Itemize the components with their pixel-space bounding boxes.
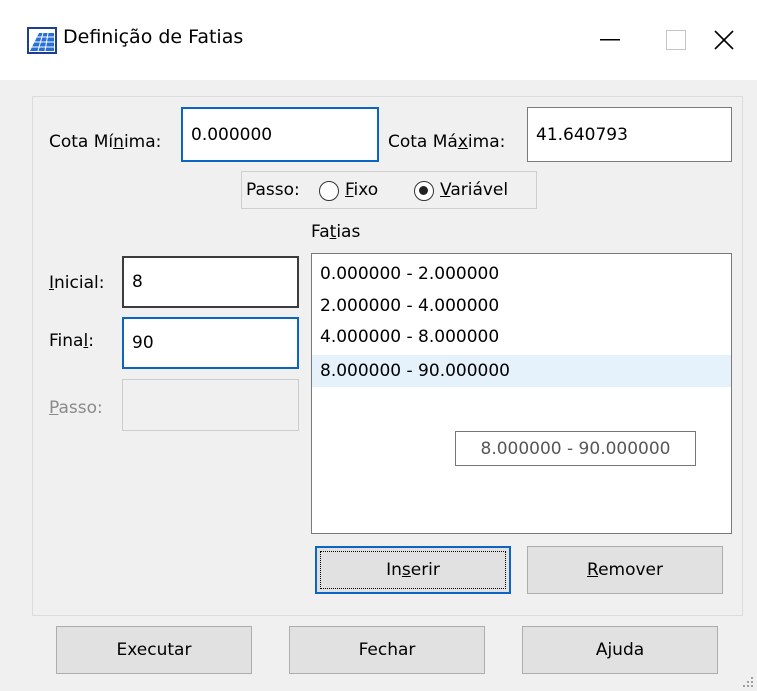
dialog-body: Cota Mínima: 0.000000 Cota Máxima: 41.64…: [0, 80, 757, 691]
minimize-icon: [600, 39, 620, 41]
passo-step-label: Passo:: [49, 398, 103, 418]
remover-button-label: Remover: [587, 560, 663, 580]
fixo-radio-label[interactable]: Fixo: [345, 180, 378, 200]
fechar-button[interactable]: Fechar: [289, 626, 485, 674]
fatias-label: Fatias: [311, 222, 361, 242]
executar-button-label: Executar: [116, 640, 192, 660]
radio-selected-dot: [419, 186, 428, 195]
fatias-list-item-selected[interactable]: 8.000000 - 90.000000: [312, 355, 731, 387]
grid-slices-icon: [27, 27, 57, 54]
close-button[interactable]: [691, 0, 757, 80]
cota-minima-value: 0.000000: [191, 124, 273, 145]
title-bar: Definição de Fatias: [0, 0, 757, 80]
fatias-list-item[interactable]: 2.000000 - 4.000000: [312, 290, 731, 322]
inicial-label: Inicial:: [49, 273, 105, 293]
focus-rectangle: [320, 551, 506, 589]
passo-mode-label: Passo:: [246, 180, 300, 200]
fechar-button-label: Fechar: [358, 640, 416, 660]
minimize-button[interactable]: [577, 0, 643, 80]
cota-minima-label: Cota Mínima:: [49, 132, 162, 152]
fatias-list-item[interactable]: 0.000000 - 2.000000: [312, 258, 731, 290]
inserir-button[interactable]: Inserir: [315, 546, 511, 594]
inicial-input[interactable]: 8: [122, 256, 299, 308]
variavel-radio-label[interactable]: Variável: [440, 180, 508, 200]
executar-button[interactable]: Executar: [56, 626, 252, 674]
passo-mode-group: Passo: Fixo Variável: [241, 171, 537, 209]
remover-button[interactable]: Remover: [527, 546, 723, 594]
fatias-list-item[interactable]: 4.000000 - 8.000000: [312, 321, 731, 353]
inicial-value: 8: [132, 272, 143, 292]
window-title: Definição de Fatias: [63, 26, 244, 48]
cota-maxima-value: 41.640793: [536, 124, 628, 145]
final-label: Final:: [49, 331, 94, 351]
cota-maxima-label: Cota Máxima:: [388, 132, 506, 152]
resize-grip-icon[interactable]: [742, 676, 754, 688]
ajuda-button-label: Ajuda: [595, 640, 645, 660]
fixo-radio[interactable]: [319, 181, 339, 201]
variavel-radio[interactable]: [414, 181, 434, 201]
final-value: 90: [132, 333, 154, 353]
maximize-icon: [666, 30, 686, 50]
close-icon: [714, 30, 734, 50]
cota-minima-input[interactable]: 0.000000: [181, 107, 379, 162]
list-item-tooltip: 8.000000 - 90.000000: [455, 431, 696, 466]
cota-maxima-input[interactable]: 41.640793: [527, 107, 732, 162]
passo-step-input: [122, 379, 299, 431]
ajuda-button[interactable]: Ajuda: [522, 626, 718, 674]
final-input[interactable]: 90: [122, 317, 299, 369]
fatias-listbox[interactable]: 0.000000 - 2.000000 2.000000 - 4.000000 …: [311, 253, 732, 534]
